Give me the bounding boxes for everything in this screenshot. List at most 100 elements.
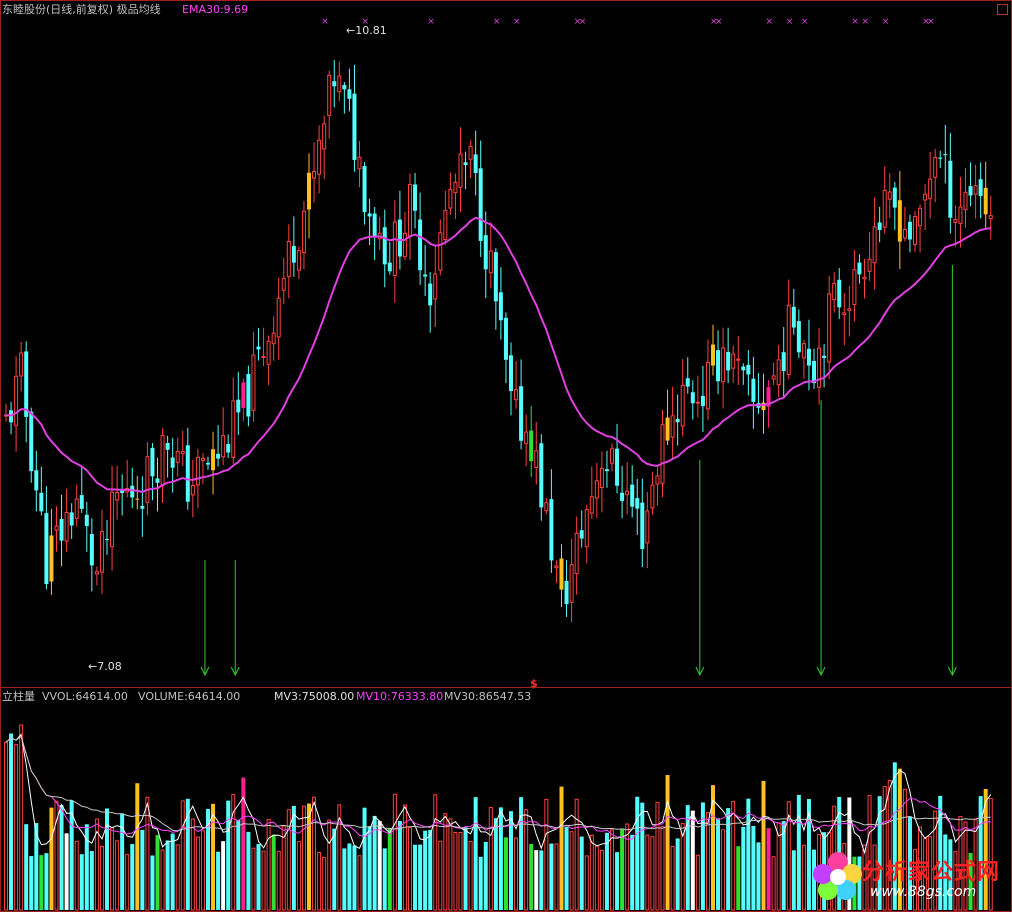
candle-body [812,360,816,384]
candle-body [943,154,948,156]
cross-mark: × [882,17,890,27]
candle-body [948,160,953,218]
volume-bar [150,855,155,910]
volume-bar [443,813,448,911]
mv30-readout: MV30:86547.53 [444,690,532,703]
candle-body [19,352,24,377]
candle-body [877,222,882,231]
candle-body [716,350,721,382]
candle-body [433,273,438,300]
cross-mark: × [801,17,809,27]
volume-bar [726,808,731,910]
volume-bar [125,854,130,911]
volume-bar [160,849,165,911]
stock-chart: 东睦股份(日线,前复权) 极品均线 EMA30:9.69 × × × × × × × × × × ×… [0,0,1012,912]
candle-body [155,478,160,483]
candle-body [503,317,508,360]
candle-body [771,375,776,380]
volume-bar [705,812,710,911]
volume-bar [438,840,443,911]
volume-bar [200,830,205,911]
volume-bar [216,851,221,910]
volume-bar [503,837,508,910]
volume-bar [625,823,630,911]
candle-body [423,274,428,277]
volume-bar [317,851,322,911]
candle-body [266,340,271,365]
high-price-label: ←10.81 [346,24,387,37]
volume-bar [418,844,423,910]
cross-mark: × [579,17,587,27]
volume-ma-line [5,733,992,855]
volume-bar [74,840,79,911]
volume-bar [44,853,49,910]
candle-body [781,352,786,372]
volume-bar [413,844,418,910]
candle-body [660,424,665,484]
candle-body [150,447,155,477]
candle-body [827,293,832,363]
candle-body [49,535,54,582]
candle-body [872,226,877,264]
candle-body [488,250,493,274]
candle-body [110,491,115,548]
volume-bar [675,838,680,910]
candle-body [453,181,458,194]
volume-bar [771,856,776,911]
volume-bar [716,818,721,910]
volume-bar [539,850,544,910]
volume-bar [135,783,140,910]
candle-body [397,219,402,257]
volume-bar [387,828,392,910]
volume-bar [660,826,665,911]
candle-body [832,283,837,301]
candle-body [241,382,246,408]
candle-body [549,499,554,561]
volume-bar [711,785,715,910]
candle-body [509,355,513,391]
candle-body [559,558,564,590]
candle-body [246,373,251,417]
candle-body [327,74,332,116]
candle-body [387,262,392,272]
candle-body [130,485,135,498]
candle-body [362,166,367,213]
volume-bar [155,835,160,910]
candle-body [726,352,731,371]
candle-body [786,304,791,376]
candle-body [200,457,205,462]
candle-body [342,85,347,90]
candle-body [140,505,145,509]
candle-body [791,306,796,328]
volume-bar [59,805,64,910]
volume-bar [226,800,231,910]
candle-body [483,235,488,270]
volume-bar [741,826,746,910]
volume-bar [468,841,473,911]
candle-body [24,351,29,417]
candle-body [44,513,49,585]
volume-bar [382,848,387,910]
volume-bar [564,826,569,910]
mv10-readout: MV10:76333.80 [356,690,444,703]
cross-mark: × [851,17,859,27]
volume-bar [130,844,135,910]
volume-bar [640,802,645,910]
volume-bar [463,827,468,910]
volume-bar [145,796,150,911]
volume-bar [342,848,347,910]
watermark-logo: 分析家公式网 www.88gs.com [810,848,1006,908]
candle-body [392,221,397,277]
volume-bar [796,794,801,910]
volume-bar [110,827,115,911]
candle-body [352,93,357,160]
candle-body [190,485,195,496]
candle-body [842,312,847,316]
volume-bar [79,854,84,910]
cross-mark: × [493,17,501,27]
candle-body [211,449,216,471]
volume-bar [695,854,700,911]
candle-body [14,375,19,426]
volume-bar [549,843,554,910]
volume-bar [251,847,256,911]
